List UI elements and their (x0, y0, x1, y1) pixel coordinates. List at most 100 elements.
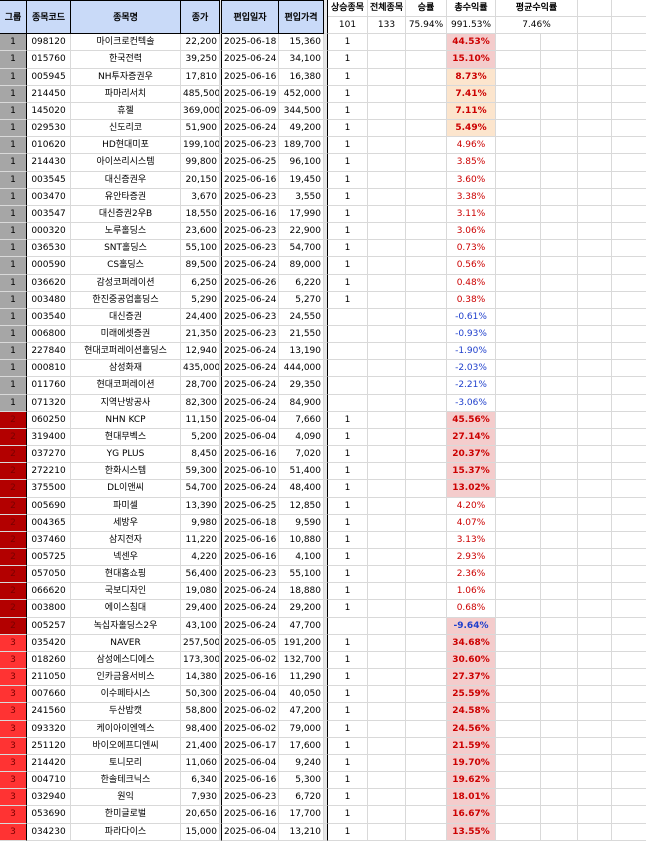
empty-cell[interactable] (496, 634, 541, 652)
name-cell[interactable]: 대신증권2우B (71, 205, 181, 224)
winrate-cell[interactable] (406, 154, 447, 172)
date-cell[interactable]: 2025-06-16 (222, 669, 279, 687)
total-cell[interactable] (368, 669, 406, 687)
empty-cell[interactable] (578, 51, 612, 69)
empty-cell[interactable] (578, 325, 612, 344)
entry-price-cell[interactable]: 7,660 (279, 411, 324, 429)
entry-price-cell[interactable]: 6,220 (279, 274, 324, 292)
empty-cell[interactable] (578, 754, 612, 773)
empty-cell[interactable] (612, 360, 646, 378)
name-cell[interactable]: 삼성에스디에스 (71, 651, 181, 670)
close-cell[interactable]: 54,700 (181, 480, 220, 498)
date-cell[interactable]: 2025-06-24 (222, 51, 279, 69)
winrate-cell[interactable] (406, 754, 447, 773)
entry-price-cell[interactable]: 55,100 (279, 566, 324, 584)
winrate-cell[interactable] (406, 651, 447, 670)
empty-cell[interactable] (541, 188, 578, 206)
code-cell[interactable]: 005945 (27, 68, 71, 86)
entry-price-cell[interactable]: 29,200 (279, 600, 324, 618)
winrate-cell[interactable] (406, 703, 447, 721)
group-cell[interactable]: 3 (0, 669, 27, 687)
date-cell[interactable]: 2025-06-16 (222, 446, 279, 464)
name-cell[interactable]: NAVER (71, 634, 181, 652)
date-cell[interactable]: 2025-06-16 (222, 205, 279, 224)
code-cell[interactable]: 211050 (27, 669, 71, 687)
empty-cell[interactable] (541, 754, 578, 773)
name-cell[interactable]: 넥센우 (71, 549, 181, 567)
header-close[interactable]: 종가 (181, 0, 220, 35)
code-cell[interactable]: 004710 (27, 772, 71, 790)
empty-cell[interactable] (496, 308, 541, 326)
total-cell[interactable] (368, 823, 406, 841)
empty-cell[interactable] (612, 154, 646, 172)
rising-cell[interactable]: 1 (328, 686, 368, 704)
name-cell[interactable]: SNT홀딩스 (71, 240, 181, 258)
header-winrate[interactable]: 승률 (406, 0, 447, 18)
empty-cell[interactable] (541, 68, 578, 86)
empty-cell[interactable] (612, 0, 646, 18)
empty-cell[interactable] (496, 617, 541, 635)
close-cell[interactable]: 5,290 (181, 291, 220, 309)
empty-cell[interactable] (612, 635, 646, 652)
total-cell[interactable] (368, 531, 406, 549)
empty-cell[interactable] (496, 583, 541, 601)
empty-cell[interactable] (612, 223, 646, 241)
rising-cell[interactable]: 1 (328, 257, 368, 275)
code-cell[interactable]: 003545 (27, 171, 71, 189)
empty-cell[interactable] (578, 411, 612, 429)
winrate-cell[interactable] (406, 549, 447, 567)
code-cell[interactable]: 003480 (27, 291, 71, 309)
rising-cell[interactable] (328, 394, 368, 412)
header-group[interactable]: 그룹 (0, 0, 27, 35)
date-cell[interactable]: 2025-06-19 (222, 85, 279, 103)
winrate-cell[interactable] (406, 223, 447, 241)
code-cell[interactable]: 037270 (27, 446, 71, 464)
winrate-cell[interactable] (406, 308, 447, 326)
empty-cell[interactable] (578, 257, 612, 275)
empty-cell[interactable] (578, 0, 612, 18)
date-cell[interactable]: 2025-06-24 (222, 600, 279, 618)
winrate-cell[interactable] (406, 600, 447, 618)
date-cell[interactable]: 2025-06-24 (222, 617, 279, 635)
header-date[interactable]: 편입일자 (222, 0, 279, 35)
entry-price-cell[interactable]: 6,720 (279, 789, 324, 807)
group-cell[interactable]: 1 (0, 343, 27, 361)
winrate-cell[interactable] (406, 257, 447, 275)
group-cell[interactable]: 3 (0, 806, 27, 824)
empty-cell[interactable] (496, 549, 541, 567)
code-cell[interactable]: 375500 (27, 480, 71, 498)
close-cell[interactable]: 4,220 (181, 549, 220, 567)
return-cell[interactable]: 2.93% (447, 549, 496, 567)
empty-cell[interactable] (578, 531, 612, 549)
empty-cell[interactable] (496, 291, 541, 309)
return-cell[interactable]: 0.73% (447, 240, 496, 258)
name-cell[interactable]: 세방우 (71, 514, 181, 532)
close-cell[interactable]: 23,600 (181, 223, 220, 241)
name-cell[interactable]: CS홀딩스 (71, 257, 181, 275)
close-cell[interactable]: 257,500 (181, 634, 220, 652)
code-cell[interactable]: 032940 (27, 789, 71, 807)
rising-cell[interactable]: 1 (328, 531, 368, 549)
empty-cell[interactable] (496, 480, 541, 498)
rising-cell[interactable]: 1 (328, 737, 368, 755)
empty-cell[interactable] (496, 51, 541, 69)
return-cell[interactable]: -0.93% (447, 325, 496, 344)
total-cell[interactable] (368, 428, 406, 447)
name-cell[interactable]: 파라다이스 (71, 823, 181, 841)
group-cell[interactable]: 2 (0, 566, 27, 584)
empty-cell[interactable] (496, 669, 541, 687)
group-cell[interactable]: 2 (0, 549, 27, 567)
return-cell[interactable]: 4.96% (447, 137, 496, 155)
empty-cell[interactable] (541, 634, 578, 652)
close-cell[interactable]: 485,500 (181, 85, 220, 103)
empty-cell[interactable] (578, 274, 612, 292)
empty-cell[interactable] (578, 617, 612, 635)
entry-price-cell[interactable]: 29,350 (279, 377, 324, 395)
code-cell[interactable]: 005257 (27, 617, 71, 635)
rising-cell[interactable]: 1 (328, 205, 368, 224)
group-cell[interactable]: 2 (0, 480, 27, 498)
code-cell[interactable]: 004365 (27, 514, 71, 532)
rising-cell[interactable] (328, 360, 368, 378)
return-cell[interactable]: 24.58% (447, 703, 496, 721)
empty-cell[interactable] (612, 309, 646, 326)
